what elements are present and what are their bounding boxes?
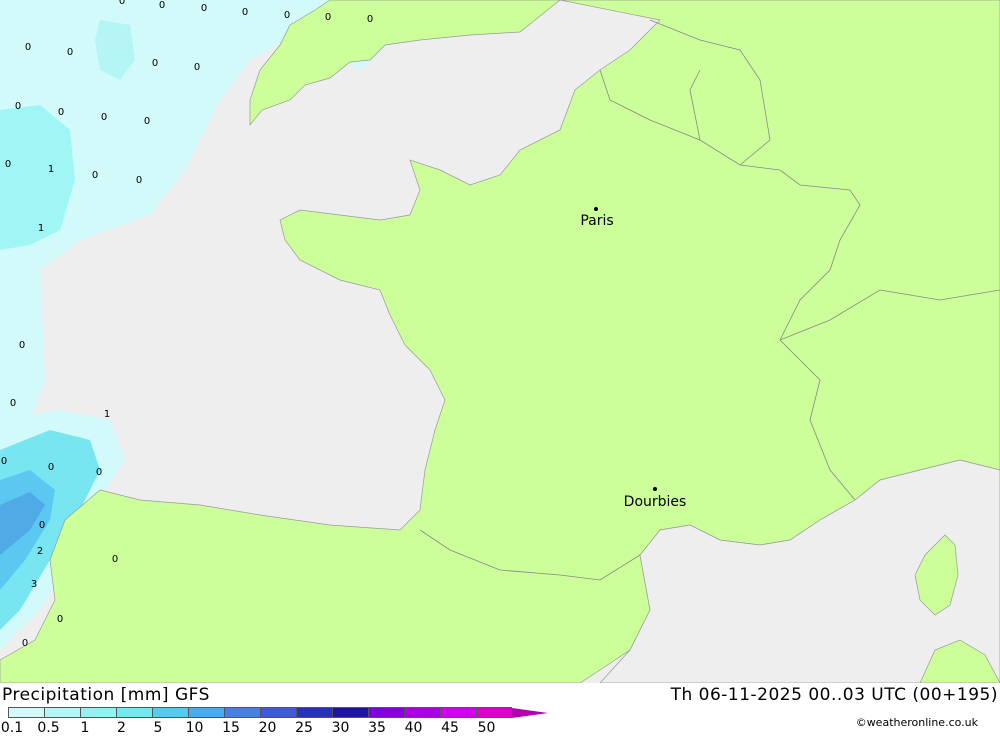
legend-swatch <box>224 707 260 718</box>
legend-tick-label: 15 <box>222 720 240 736</box>
precip-value-label: 3 <box>30 579 38 590</box>
legend-swatch <box>332 707 368 718</box>
city-marker-paris <box>594 207 598 211</box>
precip-value-label: 0 <box>241 7 249 18</box>
legend-swatch <box>116 707 152 718</box>
city-marker-dourbies <box>653 487 657 491</box>
precip-value-label: 1 <box>47 164 55 175</box>
legend-tick-label: 0.1 <box>0 720 24 736</box>
legend-tick-label: 2 <box>117 720 126 736</box>
legend-tick-label: 25 <box>295 720 313 736</box>
precip-value-label: 0 <box>21 638 29 649</box>
precip-value-label: 0 <box>66 47 74 58</box>
precip-value-label: 0 <box>38 520 46 531</box>
precip-value-label: 0 <box>56 614 64 625</box>
city-label-dourbies: Dourbies <box>623 494 687 510</box>
precip-value-label: 0 <box>158 0 166 11</box>
precip-value-label: 0 <box>95 467 103 478</box>
legend-tick-label: 20 <box>258 720 277 736</box>
legend-swatch <box>188 707 224 718</box>
map-footer: Precipitation [mm] GFS Th 06-11-2025 00.… <box>0 683 1000 736</box>
precip-value-label: 0 <box>4 159 12 170</box>
legend-tick-label: 30 <box>331 720 350 736</box>
legend-arrow <box>512 708 548 718</box>
precip-value-label: 1 <box>103 409 111 420</box>
precip-value-label: 0 <box>200 3 208 14</box>
precip-value-label: 0 <box>0 456 8 467</box>
precip-value-label: 0 <box>91 170 99 181</box>
legend-swatch <box>404 707 440 718</box>
precip-value-label: 0 <box>143 116 151 127</box>
map-view[interactable]: 0 0 0 0 0 0 0 0 0 0 0 0 0 0 0 0 0 0 1 1 0 0 1 0 0 0 0 3 0 2 0 0 Paris D… <box>0 0 1000 683</box>
legend-swatch <box>152 707 188 718</box>
precip-value-label: 0 <box>366 14 374 25</box>
legend-tick-label: 40 <box>404 720 423 736</box>
legend-tick-label: 5 <box>153 720 163 736</box>
legend-swatch <box>80 707 116 718</box>
precip-value-label: 0 <box>135 175 143 186</box>
legend-swatch <box>440 707 476 718</box>
forecast-datetime: Th 06-11-2025 00..03 UTC (00+195) <box>670 685 998 705</box>
precip-value-label: 1 <box>37 223 45 234</box>
legend-swatch <box>476 707 512 718</box>
precip-value-label: 2 <box>36 546 44 557</box>
precip-value-label: 0 <box>9 398 17 409</box>
map-canvas <box>0 0 1000 683</box>
legend-tick-label: 45 <box>441 720 459 736</box>
map-title: Precipitation [mm] GFS <box>2 685 210 705</box>
precip-value-label: 0 <box>324 12 332 23</box>
legend-swatch <box>296 707 332 718</box>
legend-tick-label: 50 <box>477 720 496 736</box>
legend-tick-label: 1 <box>80 720 90 736</box>
precip-value-label: 0 <box>18 340 26 351</box>
legend-swatch <box>260 707 296 718</box>
legend-swatch <box>368 707 404 718</box>
legend-swatch <box>8 707 44 718</box>
credit-link[interactable]: ©weatheronline.co.uk <box>856 716 978 729</box>
precip-value-label: 0 <box>283 10 291 21</box>
precip-value-label: 0 <box>118 0 126 7</box>
precip-value-label: 0 <box>151 58 159 69</box>
legend-swatch <box>44 707 80 718</box>
precip-value-label: 0 <box>100 112 108 123</box>
legend-tick-label: 10 <box>185 720 204 736</box>
legend-tick-label: 35 <box>368 720 386 736</box>
precip-value-label: 0 <box>14 101 22 112</box>
precip-value-label: 0 <box>47 462 55 473</box>
precip-value-label: 0 <box>111 554 119 565</box>
precip-legend <box>8 707 548 719</box>
precip-value-label: 0 <box>24 42 32 53</box>
precip-value-label: 0 <box>193 62 201 73</box>
legend-tick-label: 0.5 <box>37 720 60 736</box>
city-label-paris: Paris <box>580 213 614 229</box>
precip-value-label: 0 <box>57 107 65 118</box>
